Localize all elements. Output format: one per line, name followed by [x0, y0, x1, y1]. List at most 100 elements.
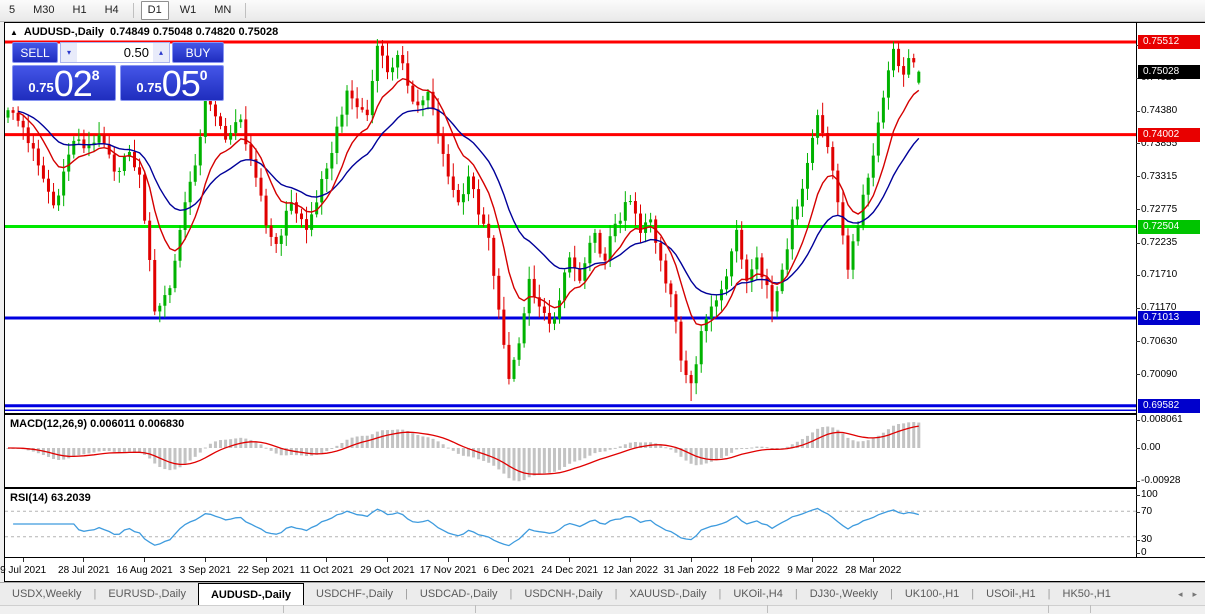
time-axis-label: 22 Sep 2021: [238, 565, 295, 576]
axis-tick: [1136, 448, 1140, 449]
volume-decrease-icon[interactable]: ▾: [61, 43, 77, 62]
axis-tick: [1136, 176, 1140, 177]
time-axis-tick: [205, 558, 206, 562]
time-axis-label: 28 Jul 2021: [58, 565, 110, 576]
time-axis-tick: [23, 558, 24, 562]
sell-price-pip-digit: 8: [92, 67, 100, 83]
chart-title-bar[interactable]: ▲ AUDUSD-,Daily 0.74849 0.75048 0.74820 …: [10, 26, 278, 38]
timeframe-button-d1[interactable]: D1: [141, 1, 169, 20]
chart-tab-usoil-h1[interactable]: USOil-,H1: [974, 583, 1048, 605]
status-separator: [1048, 605, 1049, 613]
axis-tick: [1136, 512, 1140, 513]
sell-price-panel[interactable]: 0.75 02 8: [12, 65, 116, 101]
buy-price-pip-digit: 0: [200, 67, 208, 83]
tabs-scroll-left-icon[interactable]: ◂: [1178, 589, 1183, 600]
axis-tick: [1136, 481, 1140, 482]
price-axis-label: 0.71710: [1141, 269, 1177, 280]
price-axis-label: 0.72775: [1141, 204, 1177, 215]
axis-tick: [1136, 495, 1140, 496]
rsi-axis-label: 100: [1141, 489, 1158, 500]
time-axis-label: 9 Mar 2022: [787, 565, 838, 576]
toolbar-separator: [133, 3, 134, 18]
rsi-line: [13, 509, 919, 546]
time-axis-tick: [812, 558, 813, 562]
axis-tick: [1136, 553, 1140, 554]
time-axis-label: 12 Jan 2022: [603, 565, 658, 576]
time-axis-tick: [448, 558, 449, 562]
volume-spinner: ▾ ▴: [60, 42, 170, 63]
timeframe-button-5[interactable]: 5: [2, 1, 22, 20]
time-axis-tick: [508, 558, 509, 562]
chart-tab-dj30-weekly[interactable]: DJ30-,Weekly: [798, 583, 890, 605]
time-axis-tick: [630, 558, 631, 562]
sell-price-big-digits: 02: [54, 69, 92, 99]
chart-tab-xauusd-daily[interactable]: XAUUSD-,Daily: [617, 583, 718, 605]
rsi-axis-label: 70: [1141, 506, 1152, 517]
chart-tab-ukoil-h4[interactable]: UKOil-,H4: [721, 583, 795, 605]
status-separator: [1090, 605, 1091, 613]
status-separator: [283, 605, 284, 613]
rsi-axis-label: 0: [1141, 547, 1147, 558]
price-level-badge: 0.75512: [1138, 35, 1200, 49]
timeframe-button-m30[interactable]: M30: [26, 1, 61, 20]
time-axis-tick: [83, 558, 84, 562]
chart-tab-usdchf-daily[interactable]: USDCHF-,Daily: [304, 583, 405, 605]
toolbar-separator: [245, 3, 246, 18]
tabs-scroll-right-icon[interactable]: ▸: [1192, 589, 1197, 600]
time-axis-tick: [326, 558, 327, 562]
status-separator: [767, 605, 768, 613]
buy-price-prefix: 0.75: [136, 80, 161, 95]
chart-tab-hk50-h1[interactable]: HK50-,H1: [1051, 583, 1123, 605]
buy-price-panel[interactable]: 0.75 05 0: [120, 65, 224, 101]
time-axis-tick: [387, 558, 388, 562]
axis-tick: [1136, 275, 1140, 276]
time-axis-label: 24 Dec 2021: [541, 565, 598, 576]
rsi-label: RSI(14) 63.2039: [10, 492, 91, 504]
sell-button[interactable]: SELL: [12, 42, 58, 63]
volume-input[interactable]: [77, 43, 153, 62]
mt4-window: 5M30 H1H4 D1W1MN ▲ AUDUSD-,Daily 0.74849 0…: [0, 0, 1205, 613]
chart-tab-audusd-daily[interactable]: AUDUSD-,Daily: [198, 583, 304, 605]
timeframe-toolbar: 5M30 H1H4 D1W1MN: [0, 0, 1205, 22]
timeframe-button-h4[interactable]: H4: [98, 1, 126, 20]
collapse-icon[interactable]: ▲: [10, 28, 18, 37]
axis-tick: [1136, 243, 1140, 244]
price-axis-label: 0.72235: [1141, 237, 1177, 248]
timeframe-button-w1[interactable]: W1: [173, 1, 204, 20]
macd-axis-label: -0.00928: [1141, 475, 1180, 486]
axis-tick: [1136, 143, 1140, 144]
chart-tab-usdx-weekly[interactable]: USDX,Weekly: [0, 583, 93, 605]
chart-tab-usdcnh-daily[interactable]: USDCNH-,Daily: [512, 583, 614, 605]
price-axis-label: 0.74380: [1141, 105, 1177, 116]
timeframe-button-h1[interactable]: H1: [66, 1, 94, 20]
time-axis-label: 29 Oct 2021: [360, 565, 414, 576]
price-level-badge: 0.74002: [1138, 128, 1200, 142]
chart-tab-usdcad-daily[interactable]: USDCAD-,Daily: [408, 583, 510, 605]
time-axis-label: 6 Dec 2021: [483, 565, 534, 576]
time-axis-label: 11 Oct 2021: [300, 565, 354, 576]
time-axis-tick: [569, 558, 570, 562]
price-level-badge: 0.71013: [1138, 311, 1200, 325]
buy-button[interactable]: BUY: [172, 42, 224, 63]
timeframe-button-mn[interactable]: MN: [207, 1, 238, 20]
axis-tick: [1136, 308, 1140, 309]
time-axis-label: 31 Jan 2022: [664, 565, 719, 576]
time-axis-label: 17 Nov 2021: [420, 565, 477, 576]
chart-ohlc-values: 0.74849 0.75048 0.74820 0.75028: [110, 26, 278, 38]
macd-axis-label: 0.00: [1141, 442, 1160, 453]
axis-tick: [1136, 420, 1140, 421]
volume-increase-icon[interactable]: ▴: [153, 43, 169, 62]
time-axis-tick: [691, 558, 692, 562]
time-axis-label: 3 Sep 2021: [180, 565, 231, 576]
time-axis-tick: [266, 558, 267, 562]
time-axis-tick: [144, 558, 145, 562]
chart-tab-eurusd-daily[interactable]: EURUSD-,Daily: [96, 583, 198, 605]
price-axis-label: 0.70090: [1141, 369, 1177, 380]
rsi-chart-svg: [5, 489, 1136, 557]
axis-tick: [1136, 111, 1140, 112]
time-axis-label: 28 Mar 2022: [845, 565, 901, 576]
chart-tab-uk100-h1[interactable]: UK100-,H1: [893, 583, 971, 605]
price-level-badge: 0.75028: [1138, 65, 1200, 79]
chart-symbol-title: AUDUSD-,Daily: [24, 26, 104, 38]
time-axis-tick: [873, 558, 874, 562]
